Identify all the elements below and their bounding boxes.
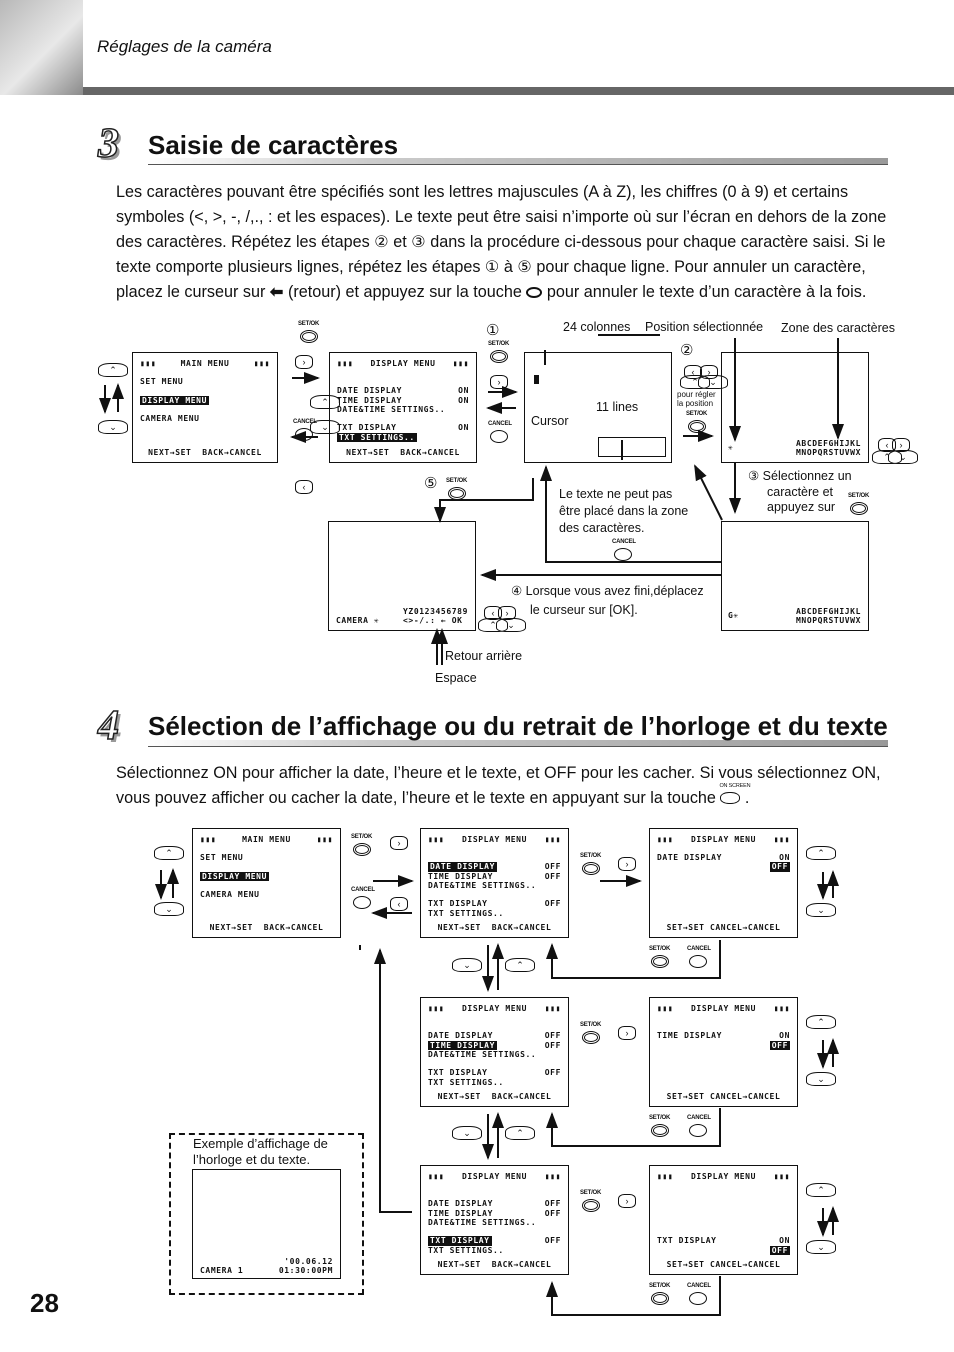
flow-arrow — [546, 940, 721, 979]
flow-arrow — [546, 1108, 721, 1147]
flow-arrow — [434, 478, 534, 523]
flow-arrow — [374, 948, 412, 1213]
flow-arrow — [540, 465, 721, 563]
flow-arrows — [99, 334, 844, 1316]
flow-arrow — [546, 1276, 721, 1316]
flow-arrow — [694, 464, 723, 521]
